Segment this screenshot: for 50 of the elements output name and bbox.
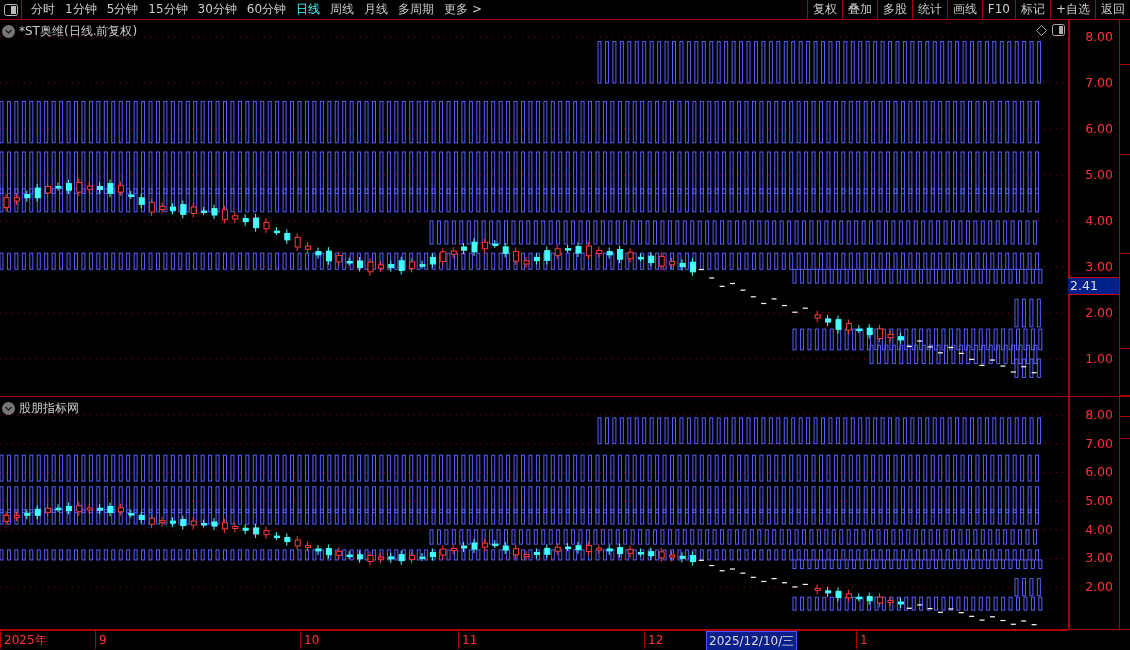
toolbar-button[interactable]: 返回 — [1095, 0, 1130, 19]
date-label: 2025年 — [0, 631, 47, 649]
period-tab[interactable]: 5分钟 — [101, 0, 144, 19]
dropdown-icon[interactable] — [2, 24, 15, 38]
crosshair-date-tag: 2025/12/10/三 — [706, 631, 798, 650]
period-tab[interactable]: 15分钟 — [143, 0, 193, 19]
period-tab[interactable]: 30分钟 — [192, 0, 242, 19]
axis-label: 2.00 — [1085, 580, 1113, 595]
toolbar-button[interactable]: 多股 — [876, 0, 912, 19]
axis-label: 8.00 — [1085, 30, 1113, 44]
axis-label: 4.00 — [1085, 522, 1113, 537]
axis-label: 7.00 — [1085, 436, 1113, 451]
period-tab[interactable]: 多周期 — [393, 0, 440, 19]
period-tab[interactable]: 60分钟 — [241, 0, 292, 19]
axis-label: 4.00 — [1085, 214, 1113, 228]
axis-label: 8.00 — [1085, 408, 1113, 422]
period-tab[interactable]: 周线 — [325, 0, 360, 19]
toolbar-button[interactable]: 标记 — [1014, 0, 1050, 19]
period-tab[interactable]: 1分钟 — [60, 0, 102, 19]
period-tab[interactable]: 日线 — [291, 0, 326, 19]
axis-label: 3.00 — [1085, 260, 1113, 274]
toolbar-button[interactable]: 叠加 — [841, 0, 877, 19]
last-price-tag: 2.41 — [1068, 277, 1119, 295]
axis-label: 1.00 — [1085, 352, 1113, 366]
date-label: 12 — [644, 631, 664, 649]
axis-label: 6.00 — [1085, 465, 1113, 480]
dropdown-icon[interactable] — [2, 401, 15, 415]
toolbar-button[interactable]: F10 — [981, 0, 1015, 19]
toolbar-button[interactable]: 画线 — [946, 0, 982, 19]
axis-label: 5.00 — [1085, 494, 1113, 509]
date-label: 11 — [458, 631, 478, 649]
sidebar-toggle-icon[interactable] — [3, 3, 18, 16]
period-tab[interactable]: 更多 > — [439, 0, 487, 19]
stock-title: *ST奥维(日线.前复权) — [19, 23, 138, 40]
axis-label: 5.00 — [1085, 168, 1113, 182]
axis-label: 7.00 — [1085, 76, 1113, 90]
date-label: 9 — [95, 631, 107, 649]
indicator-title: 股朋指标网 — [19, 400, 79, 417]
date-label: 1 — [856, 631, 868, 649]
period-tab[interactable]: 分时 — [26, 0, 60, 19]
panel-toggle-icon[interactable] — [1052, 24, 1065, 36]
axis-label: 2.00 — [1085, 306, 1113, 320]
period-tab[interactable]: 月线 — [359, 0, 394, 19]
axis-label: 3.00 — [1085, 551, 1113, 566]
date-label: 10 — [300, 631, 320, 649]
axis-label: 6.00 — [1085, 122, 1113, 136]
toolbar-button[interactable]: 复权 — [806, 0, 842, 19]
toolbar-button[interactable]: +自选 — [1049, 0, 1095, 19]
diamond-icon[interactable] — [1036, 25, 1047, 36]
toolbar-button[interactable]: 统计 — [911, 0, 947, 19]
